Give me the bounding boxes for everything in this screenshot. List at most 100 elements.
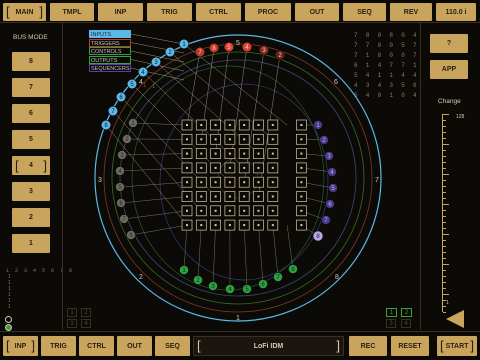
- matrix-cell[interactable]: [181, 119, 193, 131]
- sequencer-node[interactable]: [325, 199, 335, 209]
- matrix-cell[interactable]: [181, 133, 193, 145]
- sequencer-node[interactable]: [321, 215, 331, 225]
- bus-mode-button-2[interactable]: 2: [12, 208, 50, 227]
- matrix-cell[interactable]: [195, 191, 207, 202]
- matrix-cell[interactable]: [253, 191, 264, 202]
- matrix-cell[interactable]: [267, 191, 279, 202]
- sequencer-node[interactable]: [328, 183, 338, 193]
- legend-controls[interactable]: CONTROLS: [89, 47, 131, 55]
- bus-mode-button-1[interactable]: 1: [12, 234, 50, 253]
- matrix-cell[interactable]: [224, 133, 236, 145]
- matrix-cell[interactable]: [238, 205, 250, 217]
- matrix-cell[interactable]: [253, 219, 264, 231]
- matrix-cell[interactable]: [224, 191, 236, 202]
- matrix-cell[interactable]: [267, 148, 279, 159]
- sequencer-node[interactable]: [324, 151, 334, 161]
- sequencer-node[interactable]: [313, 120, 323, 130]
- control-node[interactable]: [242, 284, 252, 294]
- matrix-cell[interactable]: [210, 119, 221, 131]
- input-node-3[interactable]: [150, 56, 162, 68]
- matrix-cell[interactable]: [210, 133, 221, 145]
- small-box-left[interactable]: 4: [81, 319, 91, 328]
- control-node[interactable]: [193, 275, 203, 285]
- matrix-cell[interactable]: [296, 119, 307, 131]
- app-button[interactable]: APP: [430, 60, 468, 79]
- help-button[interactable]: ?: [430, 34, 468, 53]
- top-tab-110-0-i[interactable]: 110.0 i: [436, 3, 476, 21]
- matrix-cell[interactable]: [195, 148, 207, 159]
- bottom-tab-ctrl[interactable]: CTRL: [79, 336, 114, 356]
- legend-triggers[interactable]: TRIGGERS: [89, 38, 131, 47]
- matrix-cell[interactable]: [181, 176, 193, 188]
- bus-mode-button-5[interactable]: 5: [12, 130, 50, 149]
- control-node[interactable]: [258, 279, 268, 289]
- top-tab-tmpl[interactable]: TMPL: [50, 3, 94, 21]
- radio-empty[interactable]: [5, 316, 12, 323]
- matrix-cell[interactable]: [296, 191, 307, 202]
- matrix-cell[interactable]: [210, 191, 221, 202]
- bottom-tab-inp[interactable]: INP: [3, 336, 38, 356]
- change-slider[interactable]: 128 1: [440, 114, 464, 314]
- matrix-cell[interactable]: [267, 219, 279, 231]
- input-node-2[interactable]: [164, 46, 176, 58]
- sequencer-node[interactable]: [319, 135, 329, 145]
- trigger-node[interactable]: [274, 49, 286, 61]
- small-box-right[interactable]: 4: [401, 319, 411, 328]
- matrix-cell[interactable]: [238, 148, 250, 159]
- matrix-cell[interactable]: [253, 119, 264, 131]
- matrix-cell[interactable]: [296, 133, 307, 145]
- matrix-cell[interactable]: [210, 148, 221, 159]
- control-node[interactable]: [179, 265, 189, 275]
- matrix-cell[interactable]: [253, 148, 264, 159]
- bus-mode-button-8[interactable]: 8: [12, 52, 50, 71]
- slider-handle-icon[interactable]: [446, 310, 464, 328]
- matrix-cell[interactable]: [210, 176, 221, 188]
- top-tab-proc[interactable]: PROC: [245, 3, 291, 21]
- top-tab-ctrl[interactable]: CTRL: [196, 3, 241, 21]
- matrix-cell[interactable]: [296, 162, 307, 174]
- top-tab-main[interactable]: MAIN: [3, 3, 46, 21]
- matrix-cell[interactable]: [224, 219, 236, 231]
- matrix-cell[interactable]: [296, 205, 307, 217]
- matrix-cell[interactable]: [224, 119, 236, 131]
- control-node[interactable]: [225, 284, 235, 294]
- gray-node[interactable]: [116, 198, 126, 208]
- gray-node[interactable]: [119, 214, 129, 224]
- matrix-cell[interactable]: [267, 176, 279, 188]
- legend-sequencers[interactable]: SEQUENCERS: [89, 64, 131, 72]
- preset-title[interactable]: LoFi IDM: [193, 336, 344, 356]
- green-box-1[interactable]: 1: [386, 308, 397, 317]
- control-node[interactable]: [273, 272, 283, 282]
- gray-node[interactable]: [122, 134, 132, 144]
- bus-mode-button-7[interactable]: 7: [12, 78, 50, 97]
- sequencer-node[interactable]: [312, 230, 324, 242]
- trigger-node[interactable]: [194, 46, 206, 58]
- top-tab-seq[interactable]: SEQ: [343, 3, 386, 21]
- control-node[interactable]: [288, 264, 298, 274]
- input-node-4[interactable]: [137, 66, 149, 78]
- radio-selected[interactable]: [5, 324, 12, 331]
- small-box-right[interactable]: 3: [386, 319, 396, 328]
- bottom-tab-seq[interactable]: SEQ: [155, 336, 190, 356]
- matrix-cell[interactable]: [195, 219, 207, 231]
- top-tab-out[interactable]: OUT: [295, 3, 339, 21]
- matrix-cell[interactable]: [253, 176, 264, 188]
- top-tab-trig[interactable]: TRIG: [147, 3, 192, 21]
- small-box-left[interactable]: 3: [67, 319, 77, 328]
- bus-mode-button-3[interactable]: 3: [12, 182, 50, 201]
- sequencer-node[interactable]: [327, 167, 337, 177]
- rec-button[interactable]: REC: [349, 336, 387, 356]
- gray-node[interactable]: [115, 182, 125, 192]
- legend-inputs[interactable]: INPUTS: [89, 30, 131, 38]
- matrix-cell[interactable]: [195, 119, 207, 131]
- gray-node[interactable]: [126, 230, 136, 240]
- trigger-node[interactable]: [241, 41, 253, 53]
- top-tab-rev[interactable]: REV: [390, 3, 432, 21]
- top-tab-inp[interactable]: INP: [98, 3, 143, 21]
- matrix-cell[interactable]: [267, 162, 279, 174]
- matrix-cell[interactable]: [181, 205, 193, 217]
- input-node-5[interactable]: [126, 78, 138, 90]
- matrix-cell[interactable]: [253, 133, 264, 145]
- matrix-cell[interactable]: [253, 205, 264, 217]
- matrix-cell[interactable]: [238, 119, 250, 131]
